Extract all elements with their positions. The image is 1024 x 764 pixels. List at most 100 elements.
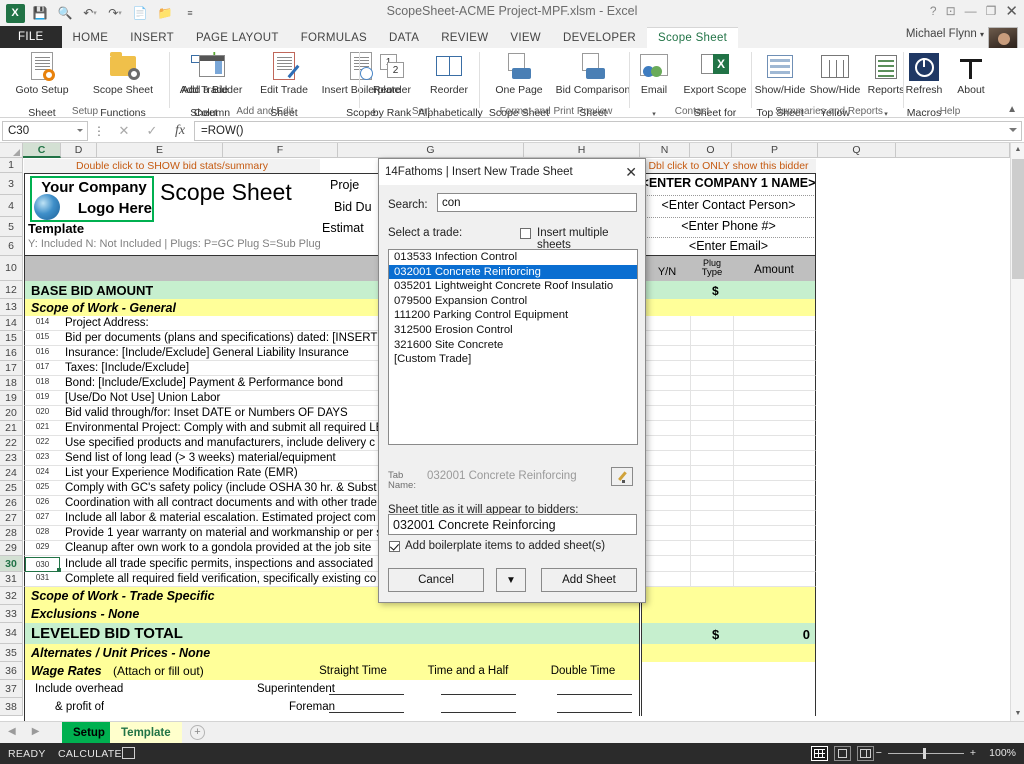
window-buttons[interactable]: ? ⊡ — ❐ ✕: [930, 2, 1018, 20]
bidder-cell-plug[interactable]: [733, 511, 734, 525]
row-header-6[interactable]: 6: [0, 237, 23, 256]
zoom-out-button[interactable]: −: [876, 747, 882, 759]
row-header-23[interactable]: 23: [0, 451, 23, 466]
col-header-D[interactable]: D: [61, 143, 97, 158]
bidder-cell-yn[interactable]: [690, 361, 691, 375]
expand-name-box-icon[interactable]: ⋮: [88, 124, 110, 138]
user-account-label[interactable]: Michael Flynn ▾: [906, 28, 984, 40]
bidder-cell-yn[interactable]: [690, 451, 691, 465]
row-header-31[interactable]: 31: [0, 572, 23, 587]
tab-data[interactable]: DATA: [378, 27, 430, 48]
table-row-bidder[interactable]: [641, 331, 816, 346]
scroll-up-icon[interactable]: ▲: [1011, 143, 1024, 157]
row-header-17[interactable]: 17: [0, 361, 23, 376]
list-item[interactable]: 312500 Erosion Control: [389, 323, 637, 338]
bidder-cell-plug[interactable]: [733, 496, 734, 510]
row-header-25[interactable]: 25: [0, 481, 23, 496]
list-item[interactable]: [Custom Trade]: [389, 352, 637, 367]
bidder-cell-plug[interactable]: [733, 376, 734, 390]
sheet-tab-bar[interactable]: ◀ ▶ Setup Template +: [0, 721, 1024, 744]
bidder-cell-yn[interactable]: [690, 556, 691, 571]
new-sheet-icon[interactable]: +: [190, 725, 205, 740]
restore-button[interactable]: ❐: [986, 4, 997, 18]
sheet-tab-template[interactable]: Template: [110, 722, 182, 744]
tab-review[interactable]: REVIEW: [430, 27, 499, 48]
bidder-cell-plug[interactable]: [733, 316, 734, 330]
list-item[interactable]: 013533 Infection Control: [389, 250, 637, 265]
bidder-cell-yn[interactable]: [690, 346, 691, 360]
row-header-38[interactable]: 38: [0, 698, 23, 716]
bidder-cell-plug[interactable]: [733, 421, 734, 435]
select-all-corner[interactable]: [0, 143, 23, 158]
bidder-cell-plug[interactable]: [733, 556, 734, 571]
page-layout-view-button[interactable]: [834, 746, 851, 761]
table-row-bidder[interactable]: [641, 346, 816, 361]
vertical-scrollbar[interactable]: ▲ ▼: [1010, 143, 1024, 721]
sheet-nav-arrows[interactable]: ◀ ▶: [8, 726, 39, 737]
show-bid-stats-banner[interactable]: Double click to SHOW bid stats/summary: [24, 159, 320, 173]
insert-new-trade-sheet-dialog[interactable]: 14Fathoms | Insert New Trade Sheet ✕ Sea…: [378, 158, 646, 603]
bidder-cell-plug[interactable]: [733, 481, 734, 495]
row-base-bid-bidder[interactable]: $: [641, 281, 816, 299]
bidder-cell-plug[interactable]: [733, 331, 734, 345]
row-header-4[interactable]: 4: [0, 195, 23, 217]
bidder-cell-yn[interactable]: [690, 376, 691, 390]
list-item[interactable]: 111200 Parking Control Equipment: [389, 308, 637, 323]
zoom-control[interactable]: − + 100%: [876, 747, 1016, 759]
close-button[interactable]: ✕: [1005, 2, 1018, 20]
row-header-27[interactable]: 27: [0, 511, 23, 526]
bidder-cell-plug[interactable]: [733, 361, 734, 375]
ribbon-display-options-button[interactable]: ⊡: [946, 4, 956, 18]
ribbon-tab-bar[interactable]: FILE HOME INSERT PAGE LAYOUT FORMULAS DA…: [0, 26, 1024, 48]
row-header-1[interactable]: 1: [0, 158, 23, 173]
sheet-tab-setup[interactable]: Setup: [62, 722, 116, 744]
row-header-10[interactable]: 10: [0, 256, 23, 281]
col-header-N[interactable]: N: [640, 143, 690, 158]
row-header-20[interactable]: 20: [0, 406, 23, 421]
vertical-scroll-thumb[interactable]: [1012, 159, 1024, 279]
tab-home[interactable]: HOME: [62, 27, 120, 48]
confirm-edit-icon[interactable]: ✓: [138, 123, 166, 139]
bidder-company-name[interactable]: <ENTER COMPANY 1 NAME>: [641, 176, 816, 190]
bidder-cell-yn[interactable]: [690, 481, 691, 495]
row-header-26[interactable]: 26: [0, 496, 23, 511]
next-sheet-icon[interactable]: ▶: [32, 726, 40, 737]
table-row-bidder[interactable]: [641, 466, 816, 481]
bidder-email[interactable]: <Enter Email>: [641, 239, 816, 253]
scroll-down-icon[interactable]: ▼: [1011, 707, 1024, 721]
page-break-preview-button[interactable]: [857, 746, 874, 761]
edit-tab-name-button[interactable]: [611, 467, 633, 486]
row-exclusions[interactable]: Exclusions - None: [24, 605, 640, 623]
table-row-bidder[interactable]: [641, 436, 816, 451]
more-options-button[interactable]: ▼: [496, 568, 526, 592]
sheet-title-input[interactable]: 032001 Concrete Reinforcing: [388, 514, 637, 535]
row-leveled-bid-total[interactable]: LEVELED BID TOTAL: [24, 623, 640, 644]
zoom-slider-thumb[interactable]: [922, 747, 926, 759]
row-header-37[interactable]: 37: [0, 680, 23, 698]
insert-function-icon[interactable]: fx: [166, 123, 194, 139]
row-wage-foreman[interactable]: & profit of Foreman: [24, 698, 640, 716]
table-row-bidder[interactable]: [641, 316, 816, 331]
help-button[interactable]: ?: [930, 4, 937, 18]
bidder-cell-yn[interactable]: [690, 511, 691, 525]
table-row-bidder[interactable]: [641, 511, 816, 526]
about-button[interactable]: About: [948, 51, 994, 97]
bidder-cell-plug[interactable]: [733, 451, 734, 465]
tab-insert[interactable]: INSERT: [119, 27, 185, 48]
table-row-bidder[interactable]: [641, 541, 816, 556]
bidder-cell-yn[interactable]: [690, 316, 691, 330]
row-header-18[interactable]: 18: [0, 376, 23, 391]
col-header-H[interactable]: H: [524, 143, 640, 158]
tab-view[interactable]: VIEW: [499, 27, 552, 48]
table-row-bidder[interactable]: [641, 421, 816, 436]
col-header-E[interactable]: E: [97, 143, 223, 158]
show-this-bidder-banner[interactable]: Dbl click to ONLY show this bidder: [641, 159, 816, 173]
add-sheet-button[interactable]: Add Sheet: [541, 568, 637, 592]
bidder-cell-plug[interactable]: [733, 346, 734, 360]
bidder-cell-yn[interactable]: [690, 541, 691, 555]
row-leveled-bid-total-bidder[interactable]: $ 0: [641, 623, 816, 644]
bidder-cell-plug[interactable]: [733, 406, 734, 420]
cancel-edit-icon[interactable]: ✕: [110, 123, 138, 139]
bidder-cell-plug[interactable]: [733, 436, 734, 450]
row-header-12[interactable]: 12: [0, 281, 23, 299]
